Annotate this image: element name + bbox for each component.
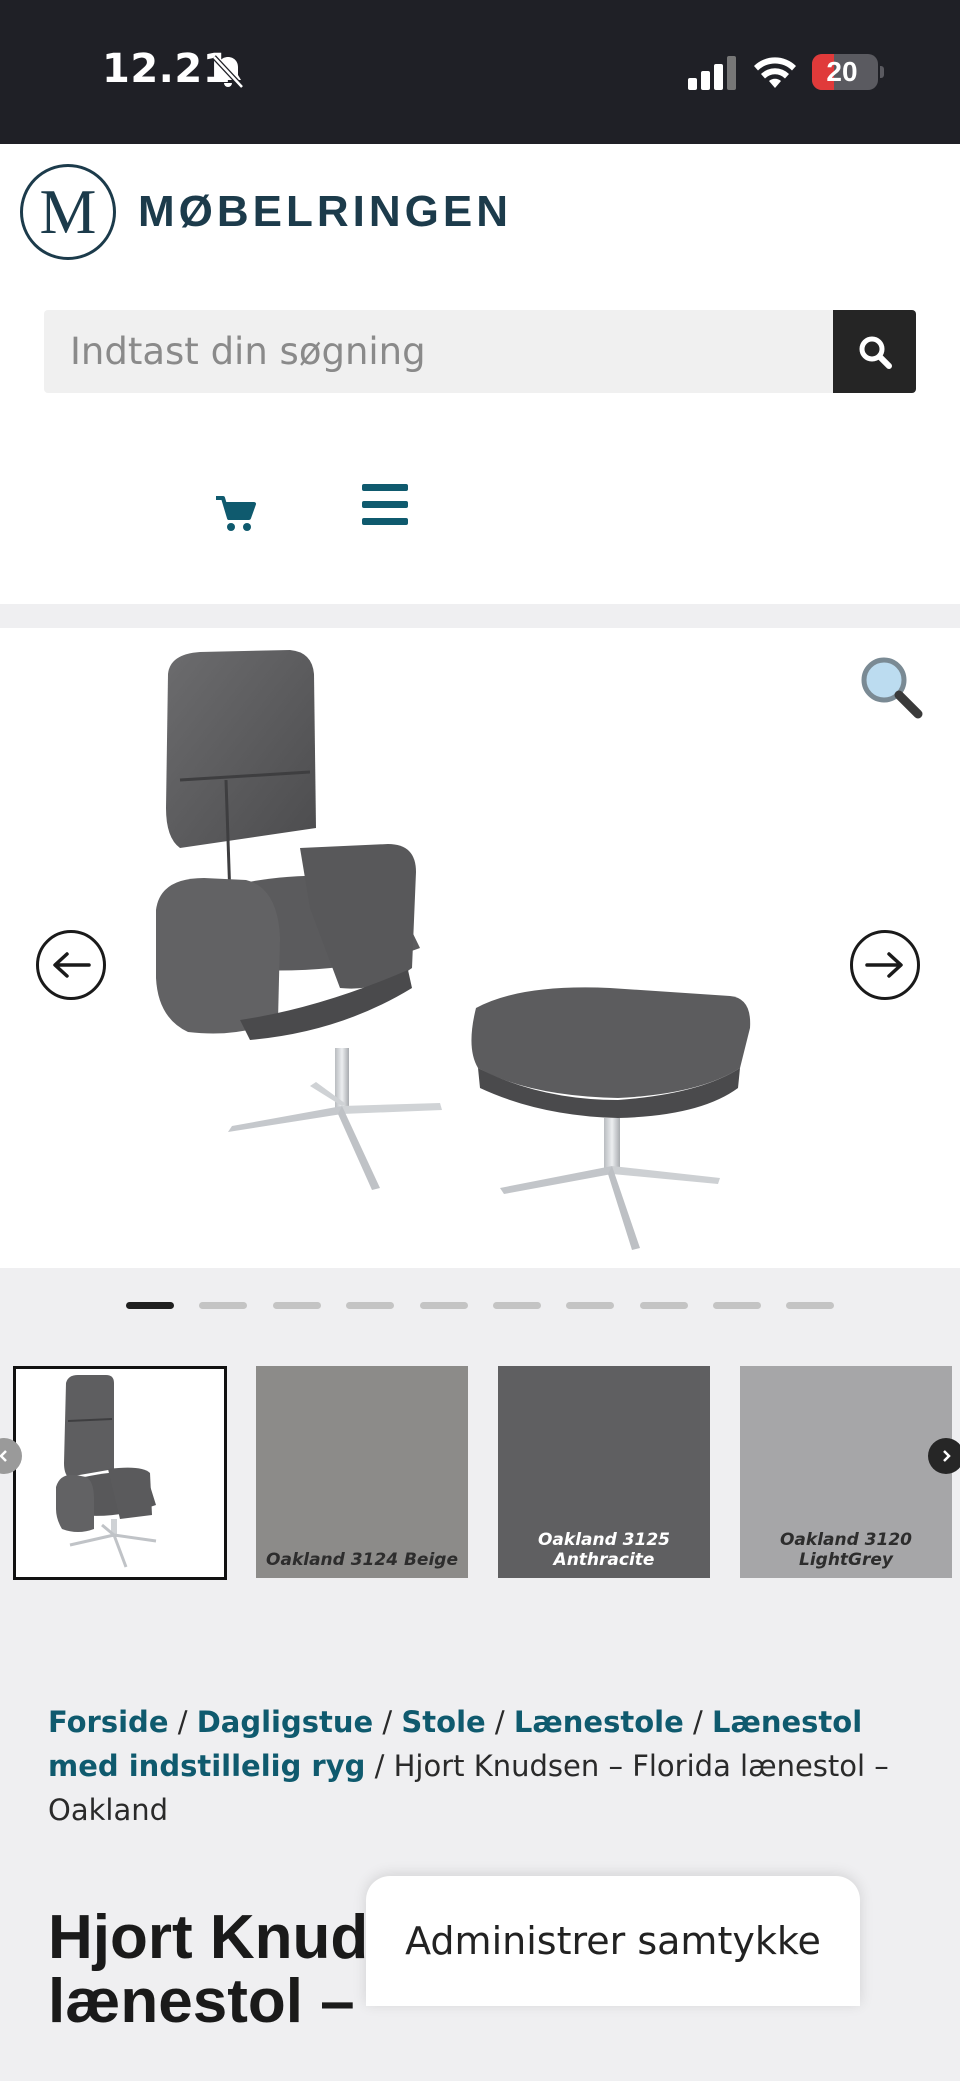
carousel-dot[interactable] (713, 1302, 761, 1309)
search-bar (44, 310, 916, 393)
carousel-indicators (0, 1302, 960, 1312)
carousel-dot[interactable] (420, 1302, 468, 1309)
thumbnails-next-button[interactable] (928, 1438, 960, 1474)
next-image-button[interactable] (850, 930, 920, 1000)
status-bar: 12.21 20 (0, 0, 960, 144)
logo-text: MØBELRINGEN (138, 187, 512, 236)
cart-icon[interactable] (214, 494, 258, 534)
site-header: M MØBELRINGEN (0, 144, 960, 604)
arrow-left-icon (53, 952, 91, 978)
logo-mark: M (20, 164, 116, 260)
chevron-right-icon (943, 1450, 951, 1462)
zoom-icon[interactable] (858, 654, 924, 720)
previous-image-button[interactable] (36, 930, 106, 1000)
site-logo[interactable]: M MØBELRINGEN (20, 164, 512, 260)
breadcrumb-link[interactable]: Lænestole (514, 1705, 684, 1739)
product-gallery (0, 628, 960, 1268)
thumbnail-swatch[interactable]: Oakland 3120 LightGrey (740, 1366, 952, 1578)
breadcrumb-link[interactable]: Stole (401, 1705, 485, 1739)
thumbnail-swatch[interactable]: Oakland 3124 Beige (256, 1366, 468, 1578)
breadcrumb-link[interactable]: Dagligstue (197, 1705, 373, 1739)
arrow-right-icon (865, 952, 903, 978)
carousel-dot[interactable] (640, 1302, 688, 1309)
swatch-label: Oakland 3120 LightGrey (779, 1530, 913, 1570)
thumbnail-chair[interactable] (13, 1366, 227, 1580)
swatch-label: Oakland 3125 Anthracite (537, 1530, 671, 1570)
consent-backdrop (366, 2000, 860, 2081)
carousel-dot[interactable] (566, 1302, 614, 1309)
carousel-dot[interactable] (273, 1302, 321, 1309)
breadcrumb-link[interactable]: Forside (48, 1705, 169, 1739)
chair-thumbnail-image (56, 1375, 157, 1568)
search-button[interactable] (833, 310, 916, 393)
chevron-left-icon (0, 1450, 7, 1462)
carousel-dot[interactable] (346, 1302, 394, 1309)
carousel-dot[interactable] (126, 1302, 174, 1309)
battery-indicator: 20 (812, 54, 884, 90)
wifi-icon (754, 57, 796, 88)
thumbnail-swatch[interactable]: Oakland 3125 Anthracite (498, 1366, 710, 1578)
carousel-dot[interactable] (199, 1302, 247, 1309)
carousel-dot[interactable] (786, 1302, 834, 1309)
bell-muted-icon (212, 55, 244, 89)
hamburger-menu-icon[interactable] (362, 484, 408, 526)
thumbnail-strip: Oakland 3124 Beige Oakland 3125 Anthraci… (0, 1364, 960, 1584)
consent-manage-button[interactable]: Administrer samtykke (366, 1876, 860, 2006)
product-image[interactable] (140, 648, 780, 1258)
breadcrumb: Forside / Dagligstue / Stole / Lænestole… (48, 1705, 889, 1827)
carousel-dot[interactable] (493, 1302, 541, 1309)
search-input[interactable] (44, 310, 833, 393)
swatch-label: Oakland 3124 Beige (266, 1550, 458, 1570)
search-icon (859, 336, 892, 369)
battery-level: 20 (826, 56, 858, 87)
cellular-signal-icon (688, 56, 736, 90)
